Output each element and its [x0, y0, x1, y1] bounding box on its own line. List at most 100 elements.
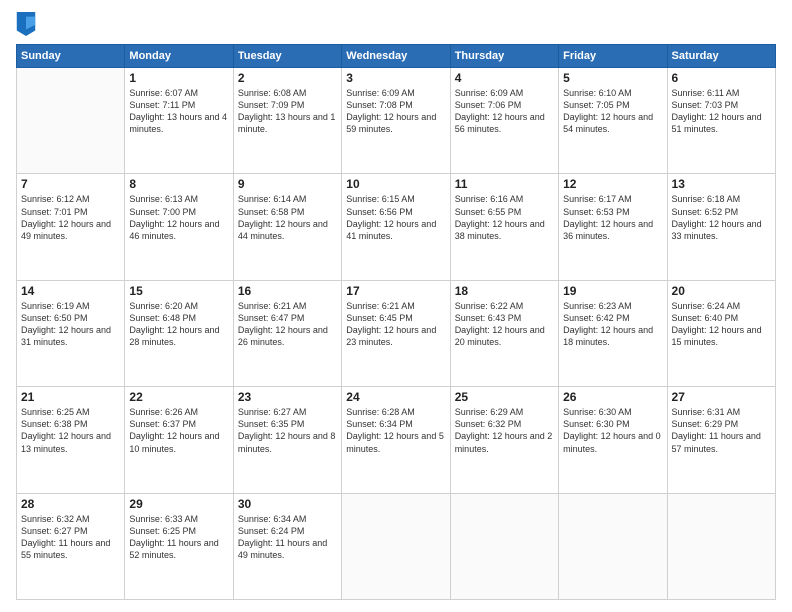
- calendar-cell: 29 Sunrise: 6:33 AMSunset: 6:25 PMDayligh…: [125, 493, 233, 599]
- day-number: 20: [672, 284, 771, 298]
- day-info: Sunrise: 6:15 AMSunset: 6:56 PMDaylight:…: [346, 193, 445, 242]
- day-info: Sunrise: 6:14 AMSunset: 6:58 PMDaylight:…: [238, 193, 337, 242]
- day-number: 18: [455, 284, 554, 298]
- day-number: 5: [563, 71, 662, 85]
- day-info: Sunrise: 6:09 AMSunset: 7:06 PMDaylight:…: [455, 87, 554, 136]
- day-number: 22: [129, 390, 228, 404]
- day-number: 28: [21, 497, 120, 511]
- calendar-cell: 21 Sunrise: 6:25 AMSunset: 6:38 PMDayligh…: [17, 387, 125, 493]
- day-number: 30: [238, 497, 337, 511]
- calendar-cell: 14Sunrise: 6:19 AMSunset: 6:50 PMDayligh…: [17, 280, 125, 386]
- calendar-cell: 4Sunrise: 6:09 AMSunset: 7:06 PMDaylight…: [450, 68, 558, 174]
- day-info: Sunrise: 6:10 AMSunset: 7:05 PMDaylight:…: [563, 87, 662, 136]
- day-info: Sunrise: 6:19 AMSunset: 6:50 PMDaylight:…: [21, 300, 120, 349]
- weekday-header-row: SundayMondayTuesdayWednesdayThursdayFrid…: [17, 45, 776, 68]
- day-info: Sunrise: 6:21 AMSunset: 6:47 PMDaylight:…: [238, 300, 337, 349]
- day-number: 9: [238, 177, 337, 191]
- calendar-cell: [17, 68, 125, 174]
- calendar-cell: 2Sunrise: 6:08 AMSunset: 7:09 PMDaylight…: [233, 68, 341, 174]
- day-info: Sunrise: 6:23 AMSunset: 6:42 PMDaylight:…: [563, 300, 662, 349]
- day-info: Sunrise: 6:07 AMSunset: 7:11 PMDaylight:…: [129, 87, 228, 136]
- calendar-cell: 7 Sunrise: 6:12 AMSunset: 7:01 PMDaylight…: [17, 174, 125, 280]
- calendar-cell: 19 Sunrise: 6:23 AMSunset: 6:42 PMDayligh…: [559, 280, 667, 386]
- weekday-header-friday: Friday: [559, 45, 667, 68]
- calendar-cell: 20 Sunrise: 6:24 AMSunset: 6:40 PMDayligh…: [667, 280, 775, 386]
- day-number: 26: [563, 390, 662, 404]
- day-info: Sunrise: 6:20 AMSunset: 6:48 PMDaylight:…: [129, 300, 228, 349]
- day-number: 19: [563, 284, 662, 298]
- day-info: Sunrise: 6:34 AMSunset: 6:24 PMDaylight:…: [238, 513, 337, 562]
- day-info: Sunrise: 6:13 AMSunset: 7:00 PMDaylight:…: [129, 193, 228, 242]
- logo-icon: [16, 12, 36, 36]
- day-number: 25: [455, 390, 554, 404]
- calendar-cell: [342, 493, 450, 599]
- week-row-2: 7 Sunrise: 6:12 AMSunset: 7:01 PMDaylight…: [17, 174, 776, 280]
- calendar-table: SundayMondayTuesdayWednesdayThursdayFrid…: [16, 44, 776, 600]
- day-info: Sunrise: 6:32 AMSunset: 6:27 PMDaylight:…: [21, 513, 120, 562]
- weekday-header-saturday: Saturday: [667, 45, 775, 68]
- weekday-header-wednesday: Wednesday: [342, 45, 450, 68]
- day-number: 8: [129, 177, 228, 191]
- day-info: Sunrise: 6:08 AMSunset: 7:09 PMDaylight:…: [238, 87, 337, 136]
- calendar-cell: 9 Sunrise: 6:14 AMSunset: 6:58 PMDaylight…: [233, 174, 341, 280]
- calendar-cell: [667, 493, 775, 599]
- day-info: Sunrise: 6:24 AMSunset: 6:40 PMDaylight:…: [672, 300, 771, 349]
- day-number: 6: [672, 71, 771, 85]
- calendar-cell: 26 Sunrise: 6:30 AMSunset: 6:30 PMDayligh…: [559, 387, 667, 493]
- day-number: 29: [129, 497, 228, 511]
- calendar-cell: 3 Sunrise: 6:09 AMSunset: 7:08 PMDaylight…: [342, 68, 450, 174]
- day-number: 23: [238, 390, 337, 404]
- day-info: Sunrise: 6:29 AMSunset: 6:32 PMDaylight:…: [455, 406, 554, 455]
- day-info: Sunrise: 6:25 AMSunset: 6:38 PMDaylight:…: [21, 406, 120, 455]
- logo: [16, 12, 40, 36]
- day-number: 3: [346, 71, 445, 85]
- calendar-cell: 13Sunrise: 6:18 AMSunset: 6:52 PMDayligh…: [667, 174, 775, 280]
- header: [16, 12, 776, 36]
- calendar-cell: 18 Sunrise: 6:22 AMSunset: 6:43 PMDayligh…: [450, 280, 558, 386]
- day-info: Sunrise: 6:16 AMSunset: 6:55 PMDaylight:…: [455, 193, 554, 242]
- calendar-cell: 17 Sunrise: 6:21 AMSunset: 6:45 PMDayligh…: [342, 280, 450, 386]
- calendar-cell: 6 Sunrise: 6:11 AMSunset: 7:03 PMDaylight…: [667, 68, 775, 174]
- day-info: Sunrise: 6:12 AMSunset: 7:01 PMDaylight:…: [21, 193, 120, 242]
- day-info: Sunrise: 6:09 AMSunset: 7:08 PMDaylight:…: [346, 87, 445, 136]
- week-row-4: 21 Sunrise: 6:25 AMSunset: 6:38 PMDayligh…: [17, 387, 776, 493]
- day-info: Sunrise: 6:17 AMSunset: 6:53 PMDaylight:…: [563, 193, 662, 242]
- day-number: 11: [455, 177, 554, 191]
- calendar-cell: 11 Sunrise: 6:16 AMSunset: 6:55 PMDayligh…: [450, 174, 558, 280]
- day-number: 24: [346, 390, 445, 404]
- calendar-cell: [450, 493, 558, 599]
- day-number: 27: [672, 390, 771, 404]
- day-number: 17: [346, 284, 445, 298]
- day-info: Sunrise: 6:11 AMSunset: 7:03 PMDaylight:…: [672, 87, 771, 136]
- day-info: Sunrise: 6:21 AMSunset: 6:45 PMDaylight:…: [346, 300, 445, 349]
- day-info: Sunrise: 6:31 AMSunset: 6:29 PMDaylight:…: [672, 406, 771, 455]
- week-row-3: 14Sunrise: 6:19 AMSunset: 6:50 PMDayligh…: [17, 280, 776, 386]
- calendar-cell: 28 Sunrise: 6:32 AMSunset: 6:27 PMDayligh…: [17, 493, 125, 599]
- day-number: 16: [238, 284, 337, 298]
- calendar-cell: 5 Sunrise: 6:10 AMSunset: 7:05 PMDaylight…: [559, 68, 667, 174]
- day-number: 7: [21, 177, 120, 191]
- day-number: 1: [129, 71, 228, 85]
- day-info: Sunrise: 6:27 AMSunset: 6:35 PMDaylight:…: [238, 406, 337, 455]
- day-number: 13: [672, 177, 771, 191]
- calendar-cell: 12Sunrise: 6:17 AMSunset: 6:53 PMDayligh…: [559, 174, 667, 280]
- day-number: 21: [21, 390, 120, 404]
- calendar-cell: 8 Sunrise: 6:13 AMSunset: 7:00 PMDaylight…: [125, 174, 233, 280]
- calendar-cell: 24 Sunrise: 6:28 AMSunset: 6:34 PMDayligh…: [342, 387, 450, 493]
- day-info: Sunrise: 6:26 AMSunset: 6:37 PMDaylight:…: [129, 406, 228, 455]
- week-row-1: 1 Sunrise: 6:07 AMSunset: 7:11 PMDaylight…: [17, 68, 776, 174]
- page: SundayMondayTuesdayWednesdayThursdayFrid…: [0, 0, 792, 612]
- day-info: Sunrise: 6:33 AMSunset: 6:25 PMDaylight:…: [129, 513, 228, 562]
- calendar-cell: 15Sunrise: 6:20 AMSunset: 6:48 PMDayligh…: [125, 280, 233, 386]
- week-row-5: 28 Sunrise: 6:32 AMSunset: 6:27 PMDayligh…: [17, 493, 776, 599]
- day-info: Sunrise: 6:28 AMSunset: 6:34 PMDaylight:…: [346, 406, 445, 455]
- day-info: Sunrise: 6:22 AMSunset: 6:43 PMDaylight:…: [455, 300, 554, 349]
- calendar-cell: 16 Sunrise: 6:21 AMSunset: 6:47 PMDayligh…: [233, 280, 341, 386]
- day-info: Sunrise: 6:30 AMSunset: 6:30 PMDaylight:…: [563, 406, 662, 455]
- calendar-cell: 23 Sunrise: 6:27 AMSunset: 6:35 PMDayligh…: [233, 387, 341, 493]
- weekday-header-tuesday: Tuesday: [233, 45, 341, 68]
- calendar-cell: 25 Sunrise: 6:29 AMSunset: 6:32 PMDayligh…: [450, 387, 558, 493]
- day-number: 10: [346, 177, 445, 191]
- calendar-cell: 1 Sunrise: 6:07 AMSunset: 7:11 PMDaylight…: [125, 68, 233, 174]
- weekday-header-sunday: Sunday: [17, 45, 125, 68]
